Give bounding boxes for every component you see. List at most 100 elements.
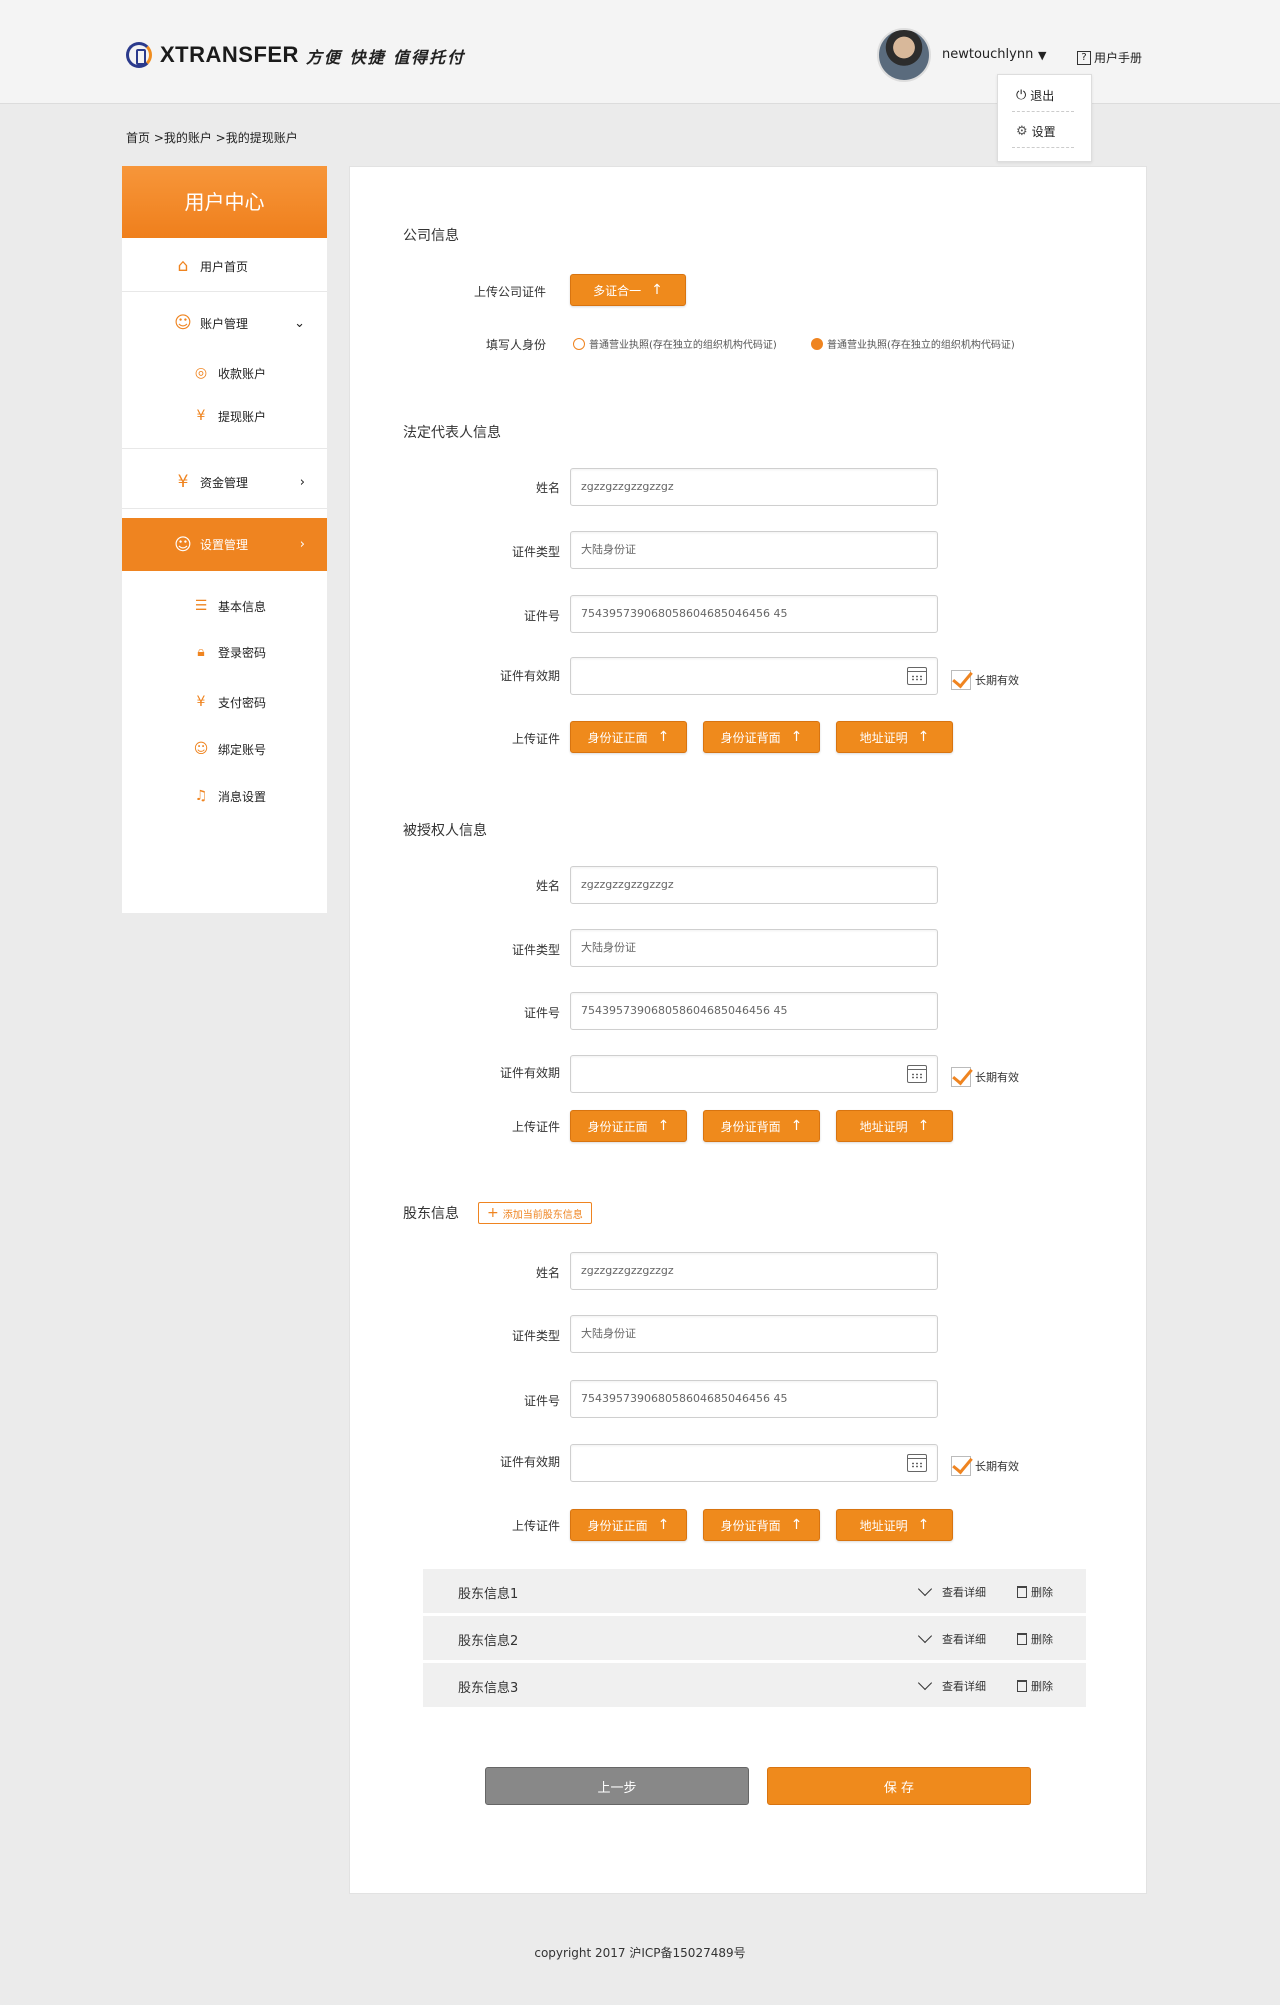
view-detail-button[interactable]: 查看详细 <box>917 1581 986 1600</box>
legal-id-back-upload-button[interactable]: 身份证背面 ↑ <box>703 721 820 753</box>
button-label: 身份证正面 <box>587 730 648 745</box>
checkbox-label: 长期有效 <box>975 1460 1019 1473</box>
button-label: 身份证背面 <box>720 1119 781 1134</box>
sidebar-item-label: 绑定账号 <box>218 742 267 757</box>
trash-icon <box>1017 1680 1027 1692</box>
calendar-icon[interactable] <box>907 1454 927 1472</box>
shareholder-address-upload-button[interactable]: 地址证明 ↑ <box>836 1509 953 1541</box>
id-no-label: 证件号 <box>523 609 560 623</box>
sidebar: 用户中心 ⌂ 用户首页 ☺ 账户管理 ⌄ ◎ 收款账户 ¥ 提现账户 ¥ 资金管… <box>122 166 327 913</box>
trash-icon <box>1017 1586 1027 1598</box>
legal-long-term-checkbox[interactable]: 长期有效 <box>951 670 1019 690</box>
button-label: 身份证背面 <box>720 730 781 745</box>
breadcrumb[interactable]: 首页 >我的账户 >我的提现账户 <box>126 129 298 146</box>
delete-button[interactable]: 删除 <box>1017 1584 1053 1600</box>
button-label: 地址证明 <box>859 730 908 745</box>
save-button[interactable]: 保 存 <box>767 1767 1031 1805</box>
delete-button[interactable]: 删除 <box>1017 1631 1053 1647</box>
view-detail-label: 查看详细 <box>942 1633 986 1646</box>
sidebar-item-bind-account[interactable]: ☺ 绑定账号 <box>122 737 327 761</box>
settings-menu-item[interactable]: ⚙ 设置 <box>1016 123 1056 140</box>
authorized-id-front-upload-button[interactable]: 身份证正面 ↑ <box>570 1110 687 1142</box>
section-title-company: 公司信息 <box>403 228 459 244</box>
chevron-down-icon <box>917 1581 933 1597</box>
section-title-shareholder: 股东信息 <box>403 1206 459 1222</box>
table-row: 股东信息1 查看详细 删除 <box>423 1569 1086 1613</box>
legal-validity-date-input[interactable] <box>570 657 938 695</box>
sidebar-item-withdraw-account[interactable]: ¥ 提现账户 <box>122 404 327 428</box>
authorized-id-type-select[interactable]: 大陆身份证 <box>570 929 938 967</box>
radio-label: 普通营业执照(存在独立的组织机构代码证) <box>589 340 777 351</box>
shareholder-id-back-upload-button[interactable]: 身份证背面 ↑ <box>703 1509 820 1541</box>
legal-id-front-upload-button[interactable]: 身份证正面 ↑ <box>570 721 687 753</box>
identity-option-2[interactable]: 普通营业执照(存在独立的组织机构代码证) <box>811 336 1015 351</box>
legal-id-no-input[interactable]: 754395739068058604685046456 45 <box>570 595 938 633</box>
sidebar-item-login-password[interactable]: 🔒︎ 登录密码 <box>122 640 327 664</box>
authorized-address-upload-button[interactable]: 地址证明 ↑ <box>836 1110 953 1142</box>
view-detail-button[interactable]: 查看详细 <box>917 1675 986 1694</box>
id-type-label: 证件类型 <box>511 1329 560 1343</box>
user-icon: ☺ <box>174 313 192 333</box>
name-label: 姓名 <box>535 879 560 893</box>
user-link-icon: ☺ <box>193 741 209 757</box>
legal-address-upload-button[interactable]: 地址证明 ↑ <box>836 721 953 753</box>
brand-logo[interactable]: XTRANSFER <box>126 42 299 68</box>
sidebar-item-account[interactable]: ☺ 账户管理 ⌄ <box>122 308 327 338</box>
upload-arrow-icon: ↑ <box>917 1118 930 1134</box>
calendar-icon[interactable] <box>907 1065 927 1083</box>
sidebar-item-receive-account[interactable]: ◎ 收款账户 <box>122 361 327 385</box>
validity-label: 证件有效期 <box>499 669 560 683</box>
previous-step-button[interactable]: 上一步 <box>485 1767 749 1805</box>
sidebar-item-funds[interactable]: ¥ 资金管理 › <box>122 462 327 502</box>
delete-button[interactable]: 删除 <box>1017 1678 1053 1694</box>
sidebar-item-basic-info[interactable]: ☰ 基本信息 <box>122 594 327 618</box>
chevron-down-icon <box>917 1628 933 1644</box>
username[interactable]: newtouchlynn <box>942 47 1033 62</box>
sidebar-item-pay-password[interactable]: ¥ 支付密码 <box>122 690 327 714</box>
button-label: 身份证正面 <box>587 1119 648 1134</box>
sidebar-item-message-settings[interactable]: ♫ 消息设置 <box>122 784 327 808</box>
authorized-id-back-upload-button[interactable]: 身份证背面 ↑ <box>703 1110 820 1142</box>
identity-option-1[interactable]: 普通营业执照(存在独立的组织机构代码证) <box>573 336 777 351</box>
home-icon: ⌂ <box>177 256 189 276</box>
add-shareholder-button[interactable]: + 添加当前股东信息 <box>478 1202 592 1224</box>
authorized-name-input[interactable]: zgzzgzzgzzgzzgz <box>570 866 938 904</box>
sidebar-item-settings[interactable]: ☺ 设置管理 › <box>122 518 327 571</box>
shareholder-id-type-select[interactable]: 大陆身份证 <box>570 1315 938 1353</box>
caret-down-icon[interactable]: ▼ <box>1038 49 1046 62</box>
authorized-long-term-checkbox[interactable]: 长期有效 <box>951 1067 1019 1087</box>
shareholder-id-no-input[interactable]: 754395739068058604685046456 45 <box>570 1380 938 1418</box>
upload-arrow-icon: ↑ <box>917 729 930 745</box>
sidebar-item-home[interactable]: ⌂ 用户首页 <box>122 246 327 286</box>
legal-name-input[interactable]: zgzzgzzgzzgzzgz <box>570 468 938 506</box>
user-manual-link[interactable]: ? 用户手册 <box>1077 49 1142 66</box>
shareholder-long-term-checkbox[interactable]: 长期有效 <box>951 1456 1019 1476</box>
lock-icon: 🔒︎ <box>197 644 205 660</box>
legal-id-type-select[interactable]: 大陆身份证 <box>570 531 938 569</box>
sidebar-title: 用户中心 <box>122 166 327 238</box>
sidebar-item-label: 收款账户 <box>218 366 267 381</box>
shareholder-validity-date-input[interactable] <box>570 1444 938 1482</box>
question-icon: ? <box>1077 50 1091 65</box>
document-icon: ☰ <box>194 598 208 614</box>
logout-label: 退出 <box>1030 89 1055 103</box>
button-label: 身份证正面 <box>587 1518 648 1533</box>
authorized-validity-date-input[interactable] <box>570 1055 938 1093</box>
sidebar-item-label: 支付密码 <box>218 695 267 710</box>
id-no-label: 证件号 <box>523 1006 560 1020</box>
avatar[interactable] <box>877 28 931 82</box>
shareholder-row-name: 股东信息3 <box>458 1681 519 1696</box>
settings-label: 设置 <box>1031 125 1056 139</box>
user-manual-label: 用户手册 <box>1094 51 1143 65</box>
upload-arrow-icon: ↑ <box>657 729 670 745</box>
authorized-id-no-input[interactable]: 754395739068058604685046456 45 <box>570 992 938 1030</box>
chevron-down-icon <box>917 1675 933 1691</box>
shareholder-name-input[interactable]: zgzzgzzgzzgzzgz <box>570 1252 938 1290</box>
shareholder-id-front-upload-button[interactable]: 身份证正面 ↑ <box>570 1509 687 1541</box>
logout-menu-item[interactable]: ⏻ 退出 <box>1016 87 1054 104</box>
calendar-icon[interactable] <box>907 667 927 685</box>
view-detail-button[interactable]: 查看详细 <box>917 1628 986 1647</box>
multi-cert-upload-button[interactable]: 多证合一 ↑ <box>570 274 686 306</box>
sidebar-divider <box>122 291 327 292</box>
logo-icon <box>126 42 152 68</box>
